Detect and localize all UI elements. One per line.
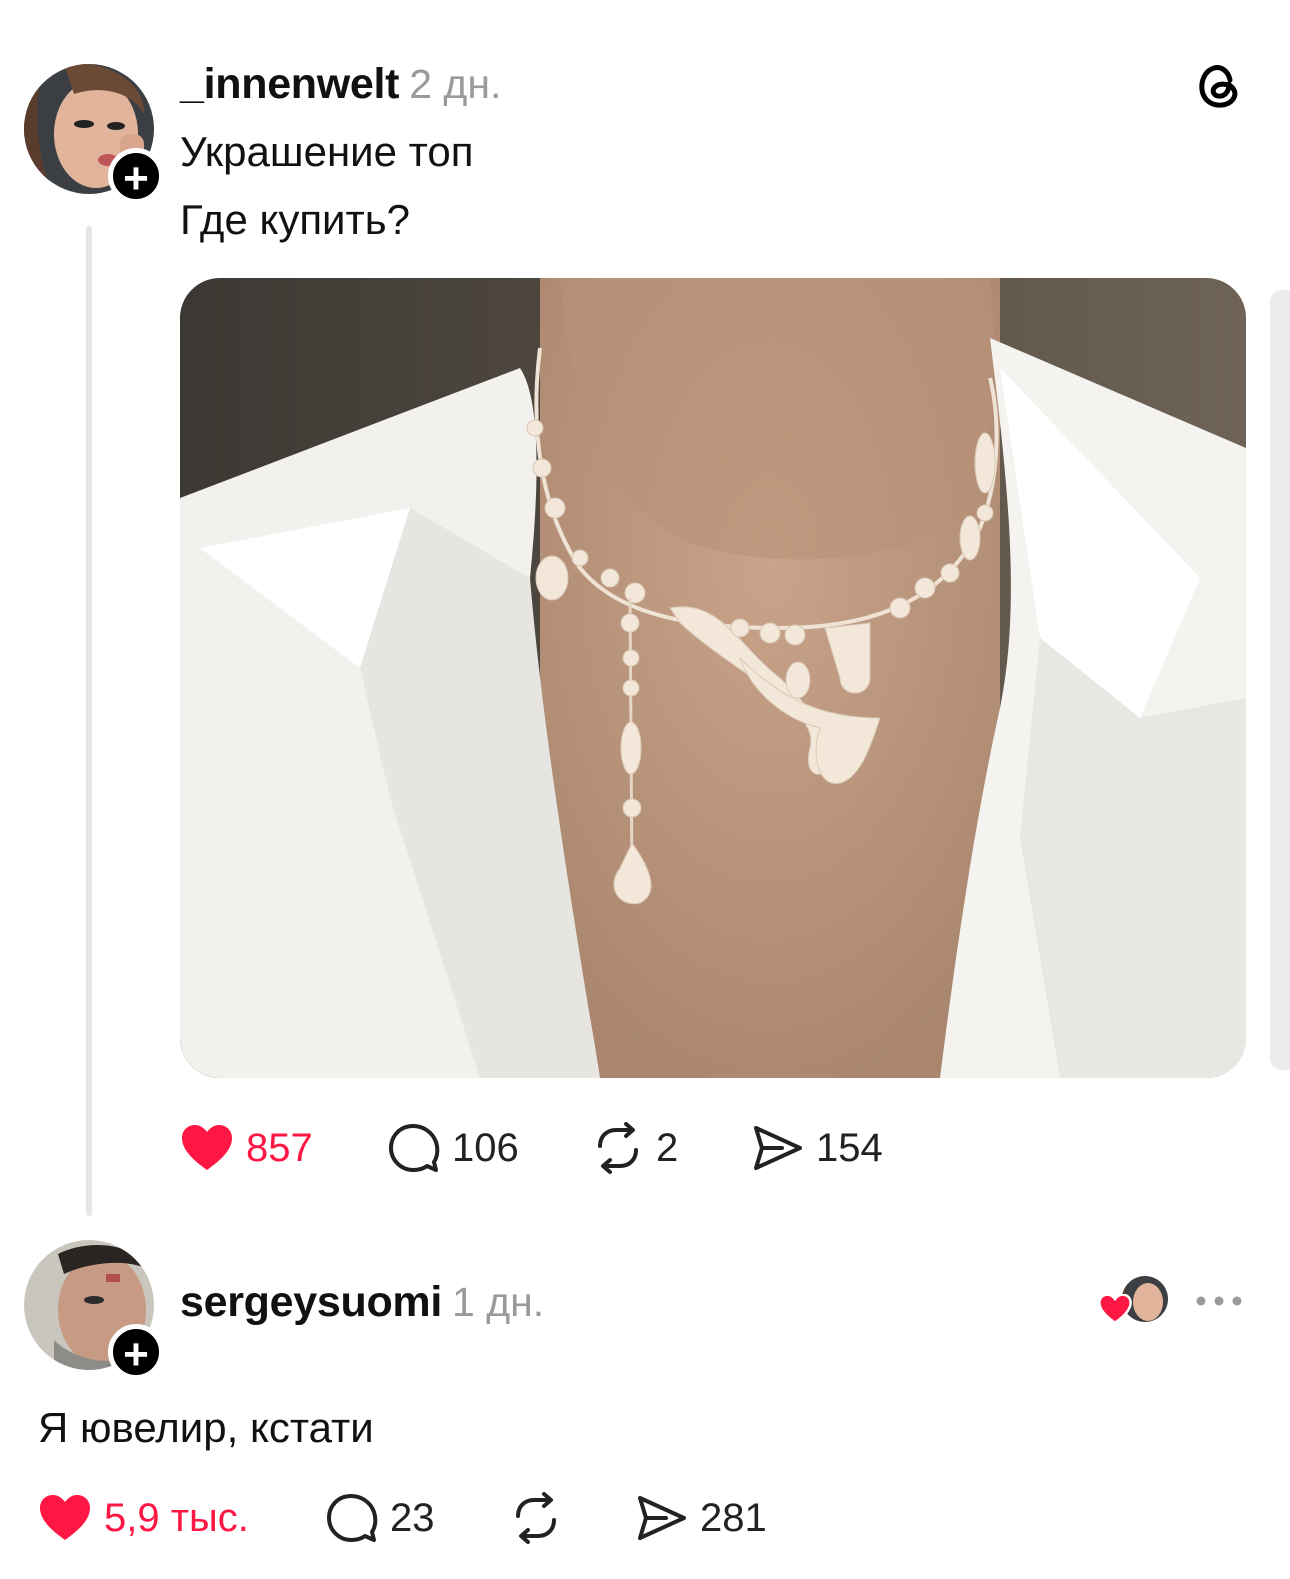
post-time: 2 дн.	[409, 61, 502, 107]
reply-repost-button[interactable]	[510, 1492, 562, 1544]
heart-icon	[1098, 1294, 1132, 1324]
reply-header: sergeysuomi 1 дн.	[180, 1278, 544, 1328]
post-share-count: 154	[816, 1125, 883, 1170]
reply-follow-plus-icon[interactable]: +	[108, 1324, 164, 1380]
post-comment-button[interactable]: 106	[388, 1122, 519, 1174]
heart-icon	[40, 1495, 90, 1540]
more-dots-icon[interactable]	[1196, 1292, 1242, 1310]
send-icon	[638, 1496, 686, 1540]
author-liked-indicator	[1098, 1276, 1170, 1326]
post-like-count: 857	[246, 1125, 313, 1170]
next-image-edge[interactable]	[1270, 290, 1290, 1070]
follow-plus-icon[interactable]: +	[108, 148, 164, 204]
post-like-button[interactable]: 857	[180, 1122, 313, 1174]
necklace-photo[interactable]	[180, 278, 1246, 1078]
reply-share-button[interactable]: 281	[636, 1492, 767, 1544]
reply-share-count: 281	[700, 1495, 767, 1540]
post-share-button[interactable]: 154	[752, 1122, 883, 1174]
comment-bubble-icon	[327, 1494, 378, 1542]
heart-icon	[182, 1125, 232, 1170]
comment-bubble-icon	[389, 1124, 440, 1172]
post-header: _innenwelt 2 дн.	[180, 60, 501, 110]
reply-like-button[interactable]: 5,9 тыс.	[38, 1492, 249, 1544]
post-comment-count: 106	[452, 1125, 519, 1170]
threads-logo-icon[interactable]	[1196, 60, 1242, 110]
reply-time: 1 дн.	[452, 1279, 545, 1325]
reply-like-count: 5,9 тыс.	[104, 1495, 249, 1540]
reply-comment-button[interactable]: 23	[326, 1492, 435, 1544]
thread-line	[86, 226, 92, 1216]
reply-comment-count: 23	[390, 1495, 435, 1540]
post-repost-count: 2	[656, 1125, 679, 1170]
repost-icon	[598, 1122, 638, 1174]
send-icon	[754, 1126, 802, 1170]
reply-text: Я ювелир, кстати	[38, 1404, 374, 1451]
post-repost-button[interactable]: 2	[592, 1122, 678, 1174]
repost-icon	[516, 1492, 556, 1544]
post-username[interactable]: _innenwelt	[180, 60, 400, 109]
post-text-line2: Где купить?	[180, 196, 410, 243]
reply-username[interactable]: sergeysuomi	[180, 1278, 442, 1327]
post-text-line1: Украшение топ	[180, 128, 474, 175]
